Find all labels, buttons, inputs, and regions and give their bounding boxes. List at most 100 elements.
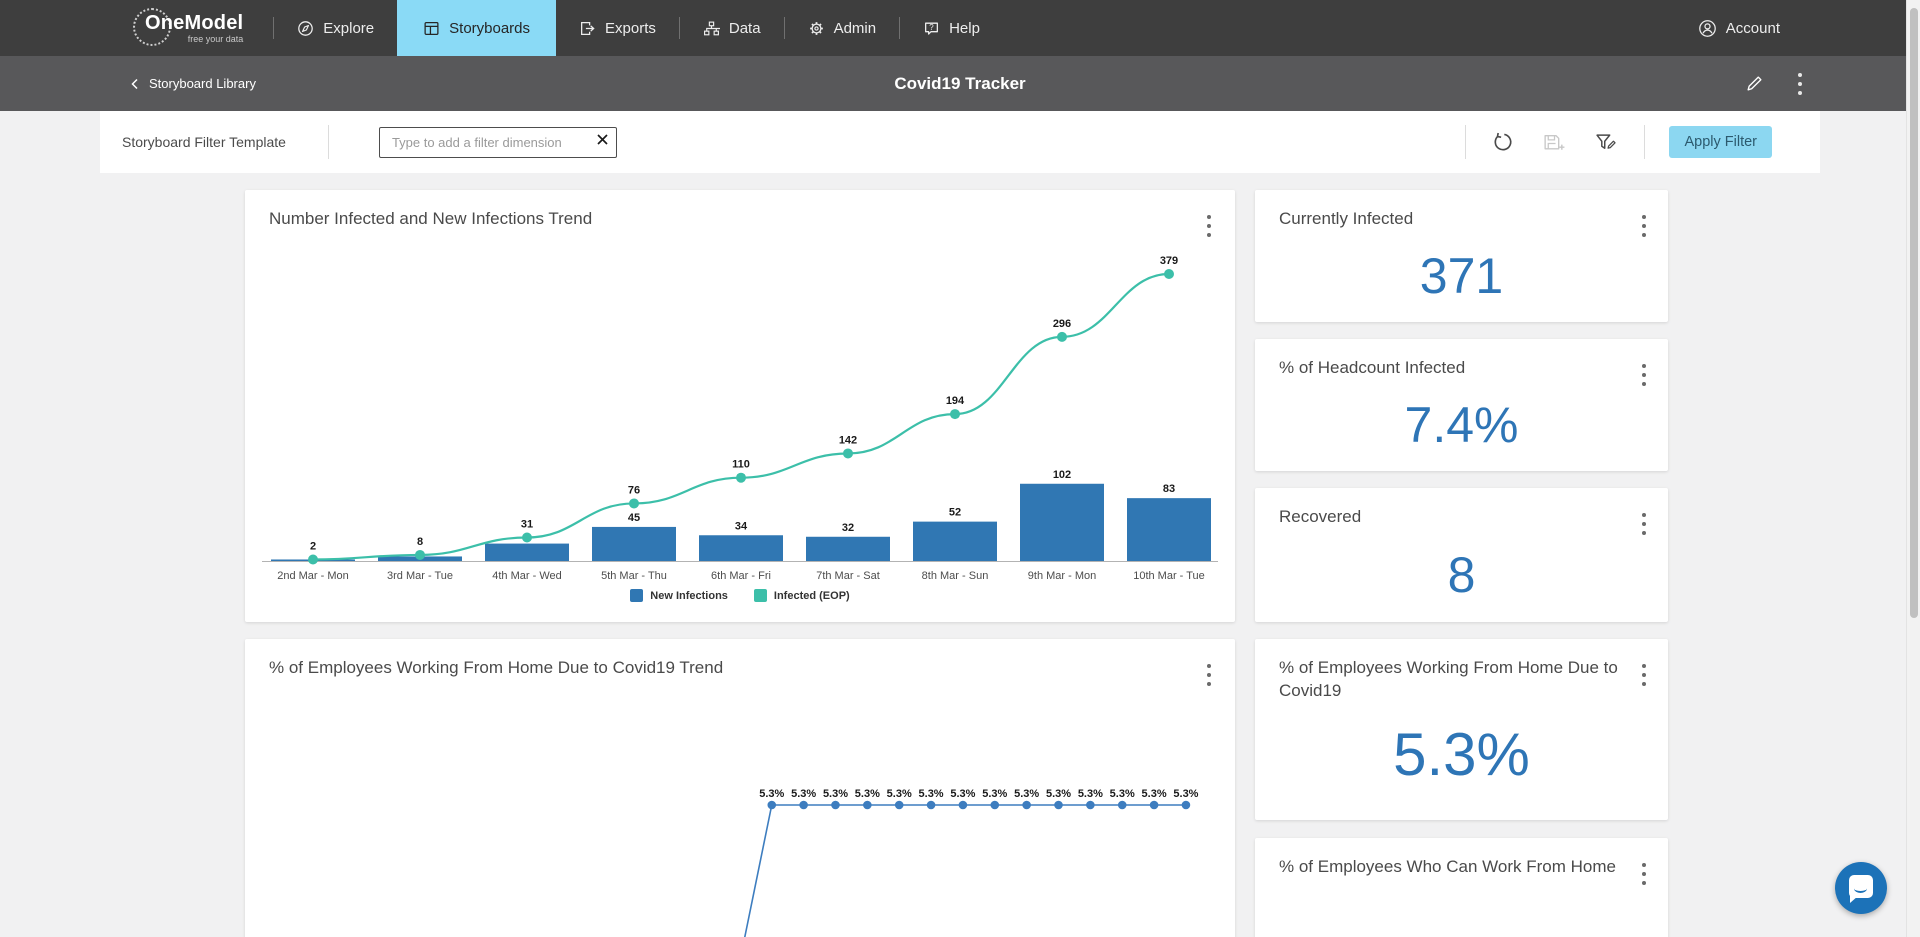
svg-text:110: 110 [732, 459, 750, 471]
nav-item-exports[interactable]: Exports [556, 0, 679, 56]
svg-text:83: 83 [1163, 483, 1175, 495]
kpi-menu-button[interactable] [1636, 357, 1652, 392]
svg-text:194: 194 [946, 395, 965, 407]
infections-trend-chart-canvas: 45343252102832nd Mar - Mon3rd Mar - Tue4… [257, 252, 1223, 588]
edit-filter-button[interactable] [1592, 130, 1620, 155]
chat-bubble-icon [1849, 875, 1873, 898]
save-filter-button[interactable] [1540, 130, 1568, 155]
svg-text:142: 142 [839, 434, 857, 446]
nav-item-explore[interactable]: Explore [274, 0, 397, 56]
kpi-card-1: Currently Infected 371 [1255, 190, 1668, 322]
data-icon [703, 20, 720, 37]
svg-text:7th Mar - Sat: 7th Mar - Sat [816, 570, 880, 582]
nav-item-help[interactable]: ?Help [900, 0, 1003, 56]
kpi-value: 7.4% [1255, 392, 1668, 471]
nav-item-admin[interactable]: Admin [785, 0, 900, 56]
infections-trend-title: Number Infected and New Infections Trend [269, 208, 1201, 231]
svg-text:?: ? [929, 22, 934, 31]
exports-icon [579, 20, 596, 37]
svg-text:76: 76 [628, 484, 640, 496]
svg-text:10th Mar - Tue: 10th Mar - Tue [1133, 570, 1205, 582]
nav-item-data[interactable]: Data [680, 0, 784, 56]
back-to-storyboard-library[interactable]: Storyboard Library [128, 56, 256, 111]
page-scrollbar[interactable] [1906, 0, 1920, 937]
svg-text:6th Mar - Fri: 6th Mar - Fri [711, 570, 771, 582]
account-button[interactable]: Account [1698, 0, 1780, 56]
svg-text:2nd Mar - Mon: 2nd Mar - Mon [277, 570, 349, 582]
infections-trend-card: Number Infected and New Infections Trend… [245, 190, 1235, 622]
save-plus-icon [1542, 132, 1566, 153]
svg-text:5.3%: 5.3% [950, 788, 975, 800]
storyboard-filter-bar: Storyboard Filter Template [100, 111, 1820, 173]
svg-text:5.3%: 5.3% [919, 788, 944, 800]
top-nav: OneModel free your data ExploreStoryboar… [0, 0, 1920, 56]
logo-name: OneModel [145, 13, 243, 33]
storyboard-actions [1741, 56, 1808, 111]
undo-filter-button[interactable] [1490, 129, 1516, 155]
svg-text:4th Mar - Wed: 4th Mar - Wed [492, 570, 562, 582]
svg-text:5.3%: 5.3% [1078, 788, 1103, 800]
pencil-icon [1745, 74, 1764, 93]
svg-text:34: 34 [735, 520, 748, 532]
undo-icon [1492, 131, 1514, 153]
explore-icon [297, 20, 314, 37]
svg-text:52: 52 [949, 507, 961, 519]
kpi-menu-button[interactable] [1636, 657, 1652, 692]
kpi-card-4: % of Employees Working From Home Due to … [1255, 639, 1668, 820]
svg-text:3rd Mar - Tue: 3rd Mar - Tue [387, 570, 453, 582]
clear-filter-icon[interactable] [596, 133, 609, 151]
svg-text:5.3%: 5.3% [791, 788, 816, 800]
svg-text:102: 102 [1053, 469, 1071, 481]
svg-text:8th Mar - Sun: 8th Mar - Sun [922, 570, 989, 582]
chevron-left-icon [128, 76, 141, 92]
account-icon [1698, 19, 1717, 38]
svg-text:5.3%: 5.3% [1142, 788, 1167, 800]
apply-filter-button[interactable]: Apply Filter [1669, 126, 1772, 158]
nav-items: ExploreStoryboardsExportsDataAdmin?Help [274, 0, 1003, 56]
svg-text:8: 8 [417, 536, 423, 548]
infections-trend-legend: New Infections Infected (EOP) [245, 589, 1235, 602]
kpi-value: 8 [1255, 541, 1668, 622]
kpi-value: 5.3% [1255, 703, 1668, 820]
kpi-card-2: % of Headcount Infected 7.4% [1255, 339, 1668, 471]
kpi-value: 371 [1255, 243, 1668, 322]
page-scrollbar-thumb[interactable] [1910, 8, 1918, 618]
infections-trend-menu-button[interactable] [1201, 208, 1217, 243]
kpi-title: % of Headcount Infected [1279, 357, 1636, 380]
back-label: Storyboard Library [149, 76, 256, 91]
legend-item: New Infections [630, 589, 728, 602]
filter-dimension-input[interactable] [379, 127, 617, 158]
storyboard-header: Storyboard Library Covid19 Tracker [0, 56, 1920, 111]
onemodel-logo[interactable]: OneModel free your data [145, 0, 243, 56]
kpi-menu-button[interactable] [1636, 208, 1652, 243]
filter-bar-divider [1644, 125, 1645, 159]
svg-text:5.3%: 5.3% [759, 788, 784, 800]
svg-text:31: 31 [521, 519, 533, 531]
svg-text:5.3%: 5.3% [1110, 788, 1135, 800]
page-title: Covid19 Tracker [894, 56, 1025, 111]
edit-storyboard-button[interactable] [1741, 70, 1768, 97]
wfh-trend-card: % of Employees Working From Home Due to … [245, 639, 1235, 937]
wfh-trend-menu-button[interactable] [1201, 657, 1217, 692]
svg-text:296: 296 [1053, 318, 1071, 330]
kpi-title: Currently Infected [1279, 208, 1636, 231]
help-icon: ? [923, 20, 940, 37]
storyboard-menu-button[interactable] [1792, 66, 1808, 101]
logo-tagline: free your data [188, 35, 244, 44]
nav-item-storyboards[interactable]: Storyboards [397, 0, 556, 56]
kpi-menu-button[interactable] [1636, 506, 1652, 541]
svg-text:5th Mar - Thu: 5th Mar - Thu [601, 570, 667, 582]
svg-text:5.3%: 5.3% [1173, 788, 1198, 800]
legend-swatch [754, 589, 767, 602]
svg-text:32: 32 [842, 522, 854, 534]
svg-text:5.3%: 5.3% [1046, 788, 1071, 800]
filter-dimension-field [379, 127, 617, 158]
kpi-menu-button[interactable] [1636, 856, 1652, 891]
chat-launcher-button[interactable] [1835, 862, 1887, 914]
wfh-trend-title: % of Employees Working From Home Due to … [269, 657, 1201, 680]
svg-text:5.3%: 5.3% [1014, 788, 1039, 800]
filter-bar-actions: Apply Filter [1465, 125, 1820, 159]
legend-item: Infected (EOP) [754, 589, 850, 602]
svg-text:5.3%: 5.3% [823, 788, 848, 800]
filter-edit-icon [1594, 132, 1618, 153]
